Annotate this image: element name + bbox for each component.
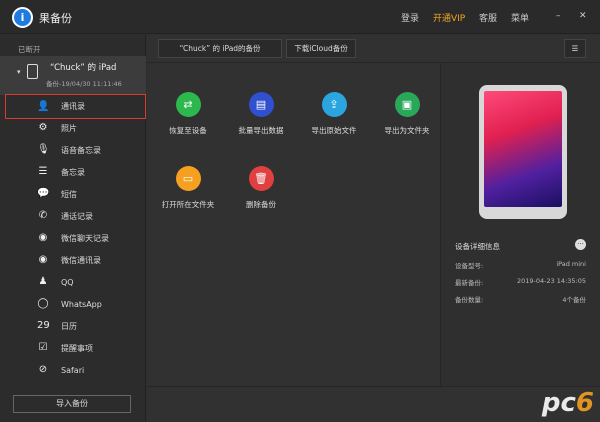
phone-icon: ✆ — [38, 210, 48, 221]
action-button[interactable]: ▣ 导出为文件夹 — [372, 92, 442, 136]
action-label: 恢复至设备 — [169, 126, 207, 135]
sidebar-item[interactable]: ◉ 微信聊天记录 — [6, 228, 146, 248]
sidebar: 已断开 ▾ “Chuck” 的 iPad 备份-19/04/30 11:11:4… — [0, 35, 146, 422]
backup-count-label: 备份数量: — [455, 296, 484, 304]
sidebar-item[interactable]: ♟ QQ — [6, 272, 146, 292]
sidebar-item-label: WhatsApp — [61, 299, 102, 309]
title-bar: i 果备份 登录 开通VIP 客服 菜单 – ✕ — [0, 0, 600, 34]
watermark-logo: pc6 — [541, 388, 594, 418]
main-panel: “Chuck” 的 iPad的备份 下载iCloud备份 ☰ ⇄ 恢复至设备 ▤ 批量… — [147, 35, 600, 422]
sidebar-item[interactable]: 🎙 语音备忘录 — [6, 140, 146, 160]
gear-icon: ⚙ — [38, 122, 48, 133]
backup-count-value: 4个备份 — [562, 296, 586, 304]
vip-link[interactable]: 开通VIP — [433, 11, 465, 24]
icloud-backup-tab[interactable]: 下载iCloud备份 — [286, 39, 356, 58]
sidebar-item[interactable]: ⊘ Safari — [6, 360, 146, 380]
sidebar-item-label: 语音备忘录 — [61, 145, 101, 155]
ipad-image — [479, 85, 567, 219]
qq-icon: ♟ — [38, 276, 48, 287]
wechat-icon: ◉ — [38, 232, 48, 243]
device-backup-time: 备份-19/04/30 11:11:46 — [46, 80, 122, 88]
close-button[interactable]: ✕ — [579, 11, 587, 21]
sidebar-item[interactable]: ◉ 微信通讯录 — [6, 250, 146, 270]
action-label: 打开所在文件夹 — [161, 200, 215, 209]
sidebar-item[interactable]: ✆ 通话记录 — [6, 206, 146, 226]
sidebar-item[interactable]: ☑ 提醒事项 — [6, 338, 146, 358]
sidebar-item[interactable]: 29 日历 — [6, 316, 146, 336]
list-view-icon[interactable]: ☰ — [564, 39, 586, 58]
contacts-icon: 👤 — [37, 100, 50, 112]
sidebar-item-label: Safari — [61, 365, 85, 375]
collapse-icon[interactable]: ▾ — [17, 68, 21, 76]
sidebar-item[interactable]: 💬 短信 — [6, 184, 146, 204]
details-title: 设备详细信息 — [455, 242, 500, 251]
sidebar-item-label: 微信聊天记录 — [61, 233, 109, 243]
reminder-icon: ☑ — [38, 342, 48, 353]
device-name: “Chuck” 的 iPad — [50, 63, 117, 73]
login-link[interactable]: 登录 — [401, 11, 419, 24]
model-label: 设备型号: — [455, 262, 484, 270]
action-button[interactable]: 🗑 删除备份 — [226, 166, 296, 210]
action-label: 批量导出数据 — [238, 126, 284, 135]
sidebar-item-label: 短信 — [61, 189, 77, 199]
notes-icon: ☰ — [38, 166, 48, 177]
action-icon: ⇄ — [175, 92, 201, 117]
sidebar-item-label: 提醒事项 — [61, 343, 93, 353]
connection-status: 已断开 — [18, 45, 41, 54]
sidebar-item-label: 日历 — [61, 321, 77, 331]
support-link[interactable]: 客服 — [479, 11, 497, 24]
action-icon: ▭ — [175, 166, 201, 191]
sidebar-item-label: QQ — [61, 277, 74, 287]
action-button[interactable]: ⇪ 导出原始文件 — [299, 92, 369, 136]
action-icon: ⇪ — [321, 92, 347, 117]
minimize-button[interactable]: – — [556, 11, 561, 21]
action-button[interactable]: ⇄ 恢复至设备 — [153, 92, 223, 136]
message-icon: 💬 — [37, 188, 50, 199]
calendar-icon: 29 — [37, 320, 50, 331]
sidebar-item-label: 照片 — [61, 123, 77, 133]
sidebar-item-label: 备忘录 — [61, 167, 85, 177]
action-label: 删除备份 — [246, 200, 276, 209]
sidebar-item[interactable]: ☰ 备忘录 — [6, 162, 146, 182]
app-title: 果备份 — [39, 12, 72, 25]
safari-icon: ⊘ — [38, 364, 48, 375]
action-button[interactable]: ▭ 打开所在文件夹 — [153, 166, 223, 210]
latest-backup-label: 最新备份: — [455, 279, 484, 287]
device-info-panel: 设备详细信息 ··· 设备型号: iPad mini 最新备份: 2019-04… — [440, 63, 600, 386]
ipad-icon — [27, 64, 38, 79]
latest-backup-value: 2019-04-23 14:35:05 — [516, 277, 586, 285]
action-label: 导出为文件夹 — [384, 126, 430, 135]
menu-link[interactable]: 菜单 — [511, 11, 529, 24]
microphone-icon: 🎙 — [37, 144, 50, 155]
backup-tab[interactable]: “Chuck” 的 iPad的备份 — [158, 39, 282, 58]
action-icon: ▣ — [394, 92, 420, 117]
sidebar-item-label: 通话记录 — [61, 211, 93, 221]
wechat-contacts-icon: ◉ — [38, 254, 48, 265]
action-icon: 🗑 — [248, 166, 274, 191]
device-entry[interactable]: ▾ “Chuck” 的 iPad 备份-19/04/30 11:11:46 — [0, 56, 146, 95]
sidebar-item-label: 微信通讯录 — [61, 255, 101, 265]
action-icon: ▤ — [248, 92, 274, 117]
sidebar-item[interactable]: ◯ WhatsApp — [6, 294, 146, 314]
whatsapp-icon: ◯ — [37, 298, 49, 309]
sidebar-item-label: 通讯录 — [61, 102, 85, 111]
sidebar-item[interactable]: 👤 通讯录 — [5, 94, 146, 119]
app-logo-icon: i — [12, 7, 33, 28]
model-value: iPad mini — [556, 260, 586, 268]
import-backup-button[interactable]: 导入备份 — [13, 395, 131, 413]
action-label: 导出原始文件 — [311, 126, 357, 135]
more-icon[interactable]: ··· — [575, 239, 586, 250]
sidebar-item[interactable]: ⚙ 照片 — [6, 118, 146, 138]
action-button[interactable]: ▤ 批量导出数据 — [226, 92, 296, 136]
